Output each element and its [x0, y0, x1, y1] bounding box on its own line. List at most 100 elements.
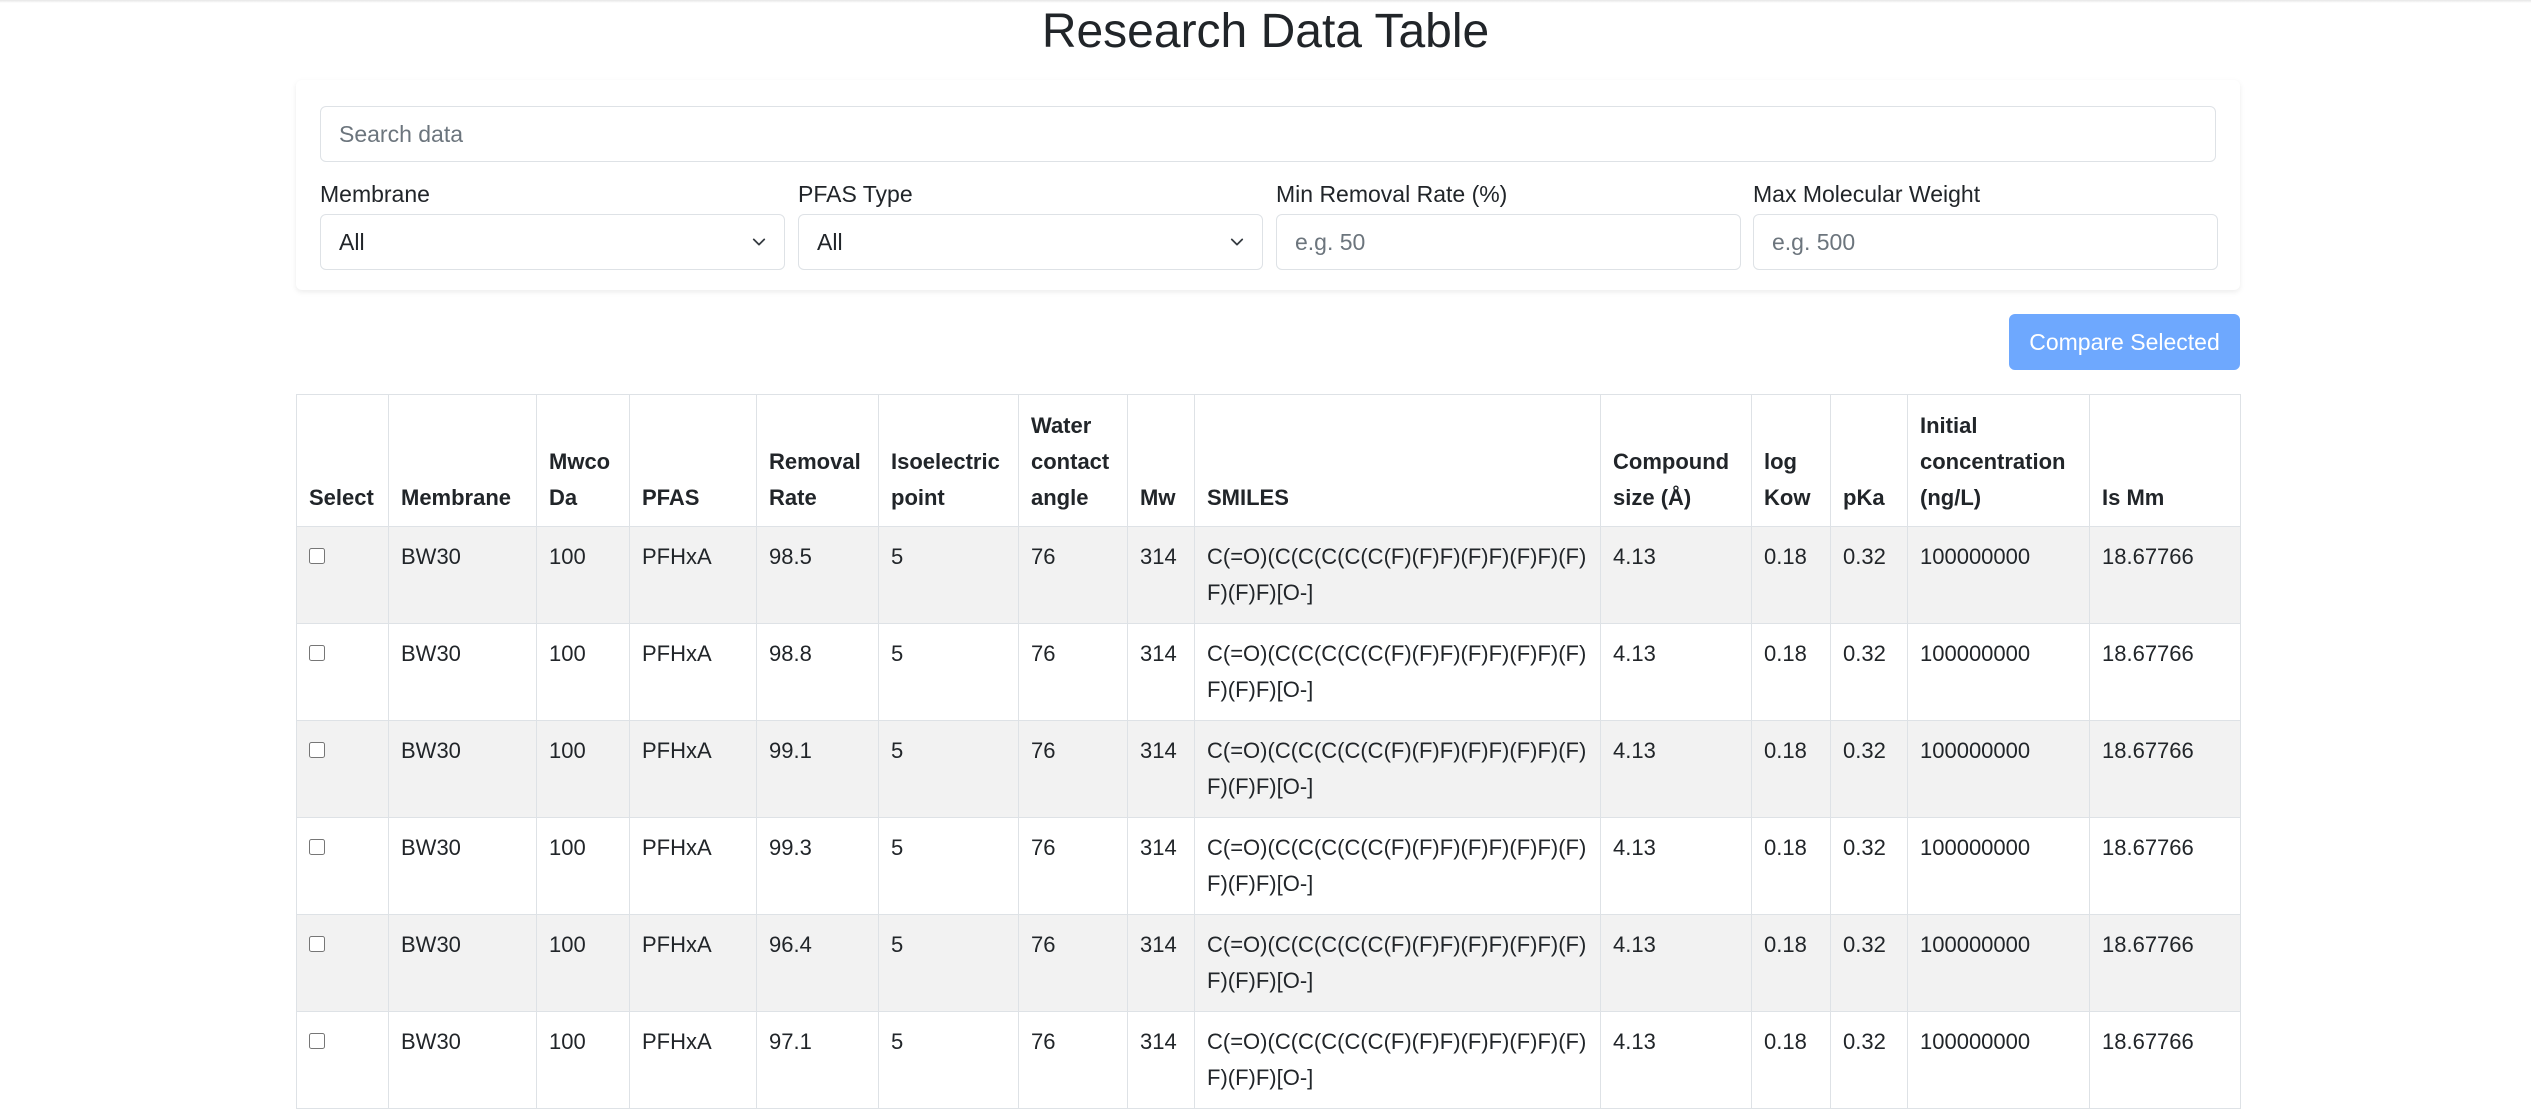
table-header-row: Select Membrane Mwco Da PFAS Removal Rat… — [296, 394, 2241, 527]
table-row: BW30 100 PFHxA 96.4 5 76 314 C(=O)(C(C(C… — [296, 914, 2241, 1012]
max-mw-input[interactable] — [1753, 214, 2218, 270]
pfas-type-filter-label: PFAS Type — [798, 181, 913, 207]
membrane-filter: Membrane All — [320, 180, 785, 270]
min-removal-filter: Min Removal Rate (%) — [1276, 180, 1741, 270]
is-mm-cell: 18.67766 — [2089, 914, 2241, 1012]
min-removal-input[interactable] — [1276, 214, 1741, 270]
compound-size-cell: 4.13 — [1600, 623, 1752, 721]
chevron-down-icon — [1230, 238, 1244, 246]
column-header-compound-size[interactable]: Compound size (Å) — [1600, 394, 1752, 527]
water-contact-angle-cell: 76 — [1018, 914, 1128, 1012]
mw-cell: 314 — [1127, 720, 1195, 818]
column-header-membrane[interactable]: Membrane — [388, 394, 537, 527]
log-kow-cell: 0.18 — [1751, 1011, 1831, 1109]
pfas-type-filter: PFAS Type All — [798, 180, 1263, 270]
table-row: BW30 100 PFHxA 99.1 5 76 314 C(=O)(C(C(C… — [296, 720, 2241, 818]
column-header-is-mm[interactable]: Is Mm — [2089, 394, 2241, 527]
water-contact-angle-cell: 76 — [1018, 720, 1128, 818]
column-header-pfas[interactable]: PFAS — [629, 394, 757, 527]
table-row: BW30 100 PFHxA 99.3 5 76 314 C(=O)(C(C(C… — [296, 817, 2241, 915]
max-mw-filter: Max Molecular Weight — [1753, 180, 2218, 270]
column-header-pka[interactable]: pKa — [1830, 394, 1908, 527]
compound-size-cell: 4.13 — [1600, 720, 1752, 818]
column-header-log-kow[interactable]: log Kow — [1751, 394, 1831, 527]
row-checkbox[interactable] — [309, 936, 325, 952]
mwco-cell: 100 — [536, 914, 630, 1012]
compare-selected-button[interactable]: Compare Selected — [2009, 314, 2240, 370]
table-row: BW30 100 PFHxA 97.1 5 76 314 C(=O)(C(C(C… — [296, 1011, 2241, 1109]
log-kow-cell: 0.18 — [1751, 914, 1831, 1012]
removal-rate-cell: 99.3 — [756, 817, 879, 915]
pfas-type-select[interactable]: All — [798, 214, 1263, 270]
membrane-cell: BW30 — [388, 720, 537, 818]
select-cell — [296, 1011, 389, 1109]
select-cell — [296, 526, 389, 624]
mwco-cell: 100 — [536, 817, 630, 915]
isoelectric-point-cell: 5 — [878, 1011, 1019, 1109]
removal-rate-cell: 98.5 — [756, 526, 879, 624]
row-checkbox[interactable] — [309, 742, 325, 758]
log-kow-cell: 0.18 — [1751, 720, 1831, 818]
mw-cell: 314 — [1127, 526, 1195, 624]
membrane-select[interactable]: All — [320, 214, 785, 270]
compound-size-cell: 4.13 — [1600, 914, 1752, 1012]
column-header-smiles[interactable]: SMILES — [1194, 394, 1601, 527]
column-header-initial-concentration[interactable]: Initial concentration (ng/L) — [1907, 394, 2090, 527]
column-header-mw[interactable]: Mw — [1127, 394, 1195, 527]
pka-cell: 0.32 — [1830, 526, 1908, 624]
smiles-cell: C(=O)(C(C(C(C(C(F)(F)F)(F)F)(F)F)(F)F)(F… — [1194, 623, 1601, 721]
column-header-mwco[interactable]: Mwco Da — [536, 394, 630, 527]
pfas-cell: PFHxA — [629, 914, 757, 1012]
column-header-water-contact-angle[interactable]: Water contact angle — [1018, 394, 1128, 527]
mw-cell: 314 — [1127, 914, 1195, 1012]
smiles-cell: C(=O)(C(C(C(C(C(F)(F)F)(F)F)(F)F)(F)F)(F… — [1194, 914, 1601, 1012]
pka-cell: 0.32 — [1830, 1011, 1908, 1109]
row-checkbox[interactable] — [309, 839, 325, 855]
pka-cell: 0.32 — [1830, 817, 1908, 915]
mwco-cell: 100 — [536, 720, 630, 818]
mw-cell: 314 — [1127, 1011, 1195, 1109]
table-row: BW30 100 PFHxA 98.5 5 76 314 C(=O)(C(C(C… — [296, 526, 2241, 624]
table-body: BW30 100 PFHxA 98.5 5 76 314 C(=O)(C(C(C… — [296, 526, 2241, 1109]
max-mw-filter-label: Max Molecular Weight — [1753, 181, 1981, 207]
water-contact-angle-cell: 76 — [1018, 817, 1128, 915]
initial-concentration-cell: 100000000 — [1907, 526, 2090, 624]
search-input[interactable] — [320, 106, 2216, 162]
initial-concentration-cell: 100000000 — [1907, 817, 2090, 915]
membrane-cell: BW30 — [388, 623, 537, 721]
row-checkbox[interactable] — [309, 645, 325, 661]
is-mm-cell: 18.67766 — [2089, 1011, 2241, 1109]
column-header-select: Select — [296, 394, 389, 527]
mwco-cell: 100 — [536, 1011, 630, 1109]
membrane-select-value: All — [339, 228, 365, 255]
initial-concentration-cell: 100000000 — [1907, 623, 2090, 721]
column-header-removal-rate[interactable]: Removal Rate — [756, 394, 879, 527]
membrane-cell: BW30 — [388, 526, 537, 624]
removal-rate-cell: 97.1 — [756, 1011, 879, 1109]
select-cell — [296, 914, 389, 1012]
smiles-cell: C(=O)(C(C(C(C(C(F)(F)F)(F)F)(F)F)(F)F)(F… — [1194, 720, 1601, 818]
mw-cell: 314 — [1127, 817, 1195, 915]
initial-concentration-cell: 100000000 — [1907, 1011, 2090, 1109]
select-cell — [296, 720, 389, 818]
isoelectric-point-cell: 5 — [878, 817, 1019, 915]
membrane-cell: BW30 — [388, 1011, 537, 1109]
smiles-cell: C(=O)(C(C(C(C(C(F)(F)F)(F)F)(F)F)(F)F)(F… — [1194, 1011, 1601, 1109]
pfas-cell: PFHxA — [629, 526, 757, 624]
row-checkbox[interactable] — [309, 1033, 325, 1049]
select-cell — [296, 817, 389, 915]
page-title: Research Data Table — [1041, 5, 1490, 58]
membrane-cell: BW30 — [388, 817, 537, 915]
mwco-cell: 100 — [536, 526, 630, 624]
compound-size-cell: 4.13 — [1600, 526, 1752, 624]
pfas-cell: PFHxA — [629, 817, 757, 915]
is-mm-cell: 18.67766 — [2089, 623, 2241, 721]
removal-rate-cell: 99.1 — [756, 720, 879, 818]
research-data-table: Select Membrane Mwco Da PFAS Removal Rat… — [296, 394, 2241, 1109]
isoelectric-point-cell: 5 — [878, 526, 1019, 624]
column-header-isoelectric-point[interactable]: Isoelectric point — [878, 394, 1019, 527]
filter-panel: Membrane All PFAS Type All Min Removal R… — [296, 80, 2240, 290]
row-checkbox[interactable] — [309, 548, 325, 564]
log-kow-cell: 0.18 — [1751, 526, 1831, 624]
is-mm-cell: 18.67766 — [2089, 720, 2241, 818]
